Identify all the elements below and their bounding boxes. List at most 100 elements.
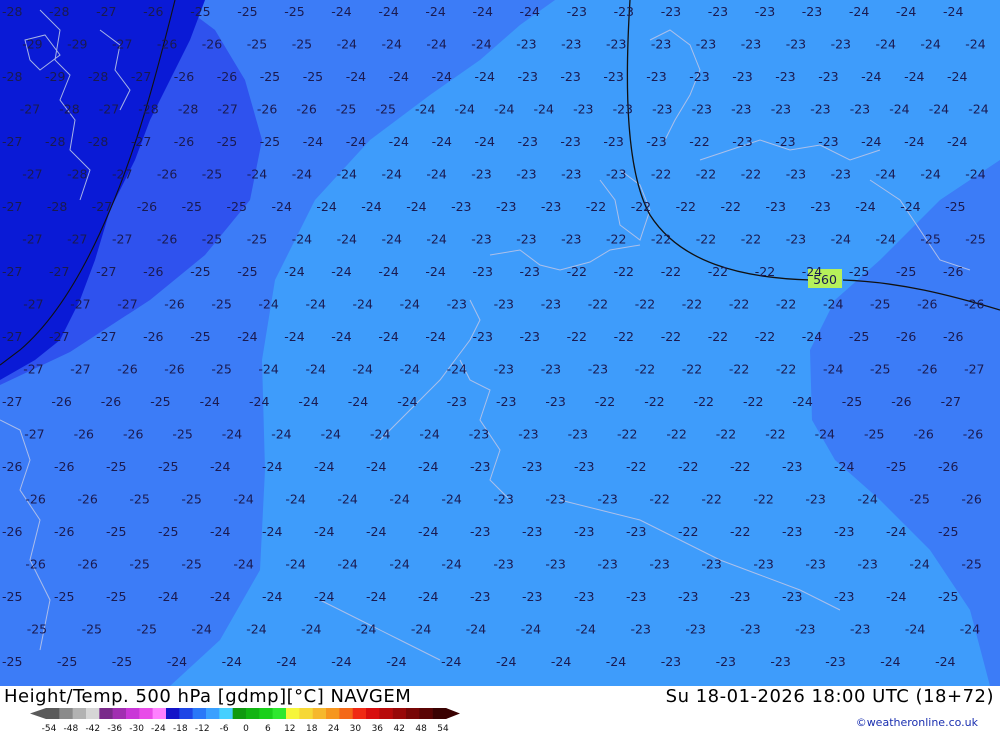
temperature-label: -24 [306,362,326,377]
temperature-label: -22 [682,297,702,312]
temperature-label: -23 [701,557,721,572]
legend-swatch [166,708,180,719]
temperature-label: -24 [432,134,452,149]
legend-swatch [352,708,367,719]
temperature-label: -22 [678,524,698,539]
temperature-label: -24 [834,459,854,474]
temperature-label: -24 [418,589,438,604]
temperature-label: -23 [716,654,736,669]
temperature-label: -26 [217,69,237,84]
temperature-label: -23 [469,427,489,442]
temperature-label: -24 [432,69,452,84]
temperature-label: -25 [842,394,862,409]
temperature-label: -24 [473,4,493,19]
temperature-label: -26 [143,329,163,344]
temperature-label: -26 [54,459,74,474]
temperature-label: -25 [237,264,257,279]
temperature-label: -24 [337,557,357,572]
temperature-label: -27 [117,297,137,312]
temperature-label: -25 [945,199,965,214]
temperature-label: -25 [909,492,929,507]
temperature-label: -24 [576,622,596,637]
temperature-label: -23 [470,589,490,604]
temperature-label: -24 [496,654,516,669]
temperature-label: -24 [904,69,924,84]
temperature-label: -27 [112,232,132,247]
temperature-label: -23 [685,622,705,637]
temperature-label: -23 [545,557,565,572]
temperature-label: -23 [520,329,540,344]
temperature-label: -25 [54,589,74,604]
legend-ticks: -54 -48 -42 -36 -30 -24 -18 -12 -6 0 6 12 18 24 30 36 42… [42,724,449,733]
temperature-label: -25 [217,134,237,149]
temperature-label: -22 [755,264,775,279]
temperature-label: -24 [378,329,398,344]
temperature-label: -23 [518,427,538,442]
temperature-label: -23 [741,37,761,52]
temperature-label: -27 [20,102,40,117]
temperature-label: -24 [247,167,267,182]
temperature-label: -24 [861,69,881,84]
temperature-label: -24 [929,102,949,117]
temperature-label: -26 [257,102,277,117]
temperature-label: -24 [298,394,318,409]
temperature-label: -24 [904,134,924,149]
temperature-label: -22 [661,329,681,344]
temperature-label: -27 [2,264,22,279]
temperature-label: -24 [831,232,851,247]
temperature-label: -25 [886,459,906,474]
temperature-label: -25 [158,524,178,539]
temperature-label: -23 [494,297,514,312]
legend-swatch [432,708,447,719]
temperature-label: -23 [731,102,751,117]
temperature-label: -23 [574,589,594,604]
temperature-label: -25 [938,589,958,604]
temperature-label: -26 [25,492,45,507]
temperature-label: -22 [567,264,587,279]
temperature-label: -23 [834,589,854,604]
temperature-label: -25 [106,589,126,604]
temperature-label: -23 [545,394,565,409]
temperature-label: -24 [947,134,967,149]
temperature-label: -25 [896,264,916,279]
temperature-label: -25 [190,264,210,279]
temperature-label: -26 [296,102,316,117]
temperature-label: -25 [870,297,890,312]
temperature-label: -22 [595,394,615,409]
credit-link[interactable]: ©weatheronline.co.uk [856,716,978,729]
temperature-label: -27 [2,394,22,409]
temperature-label: -24 [378,264,398,279]
temperature-label: -27 [2,199,22,214]
temperature-label: -23 [795,622,815,637]
temperature-label: -27 [96,329,116,344]
temperature-label: -24 [475,69,495,84]
temperature-label: -24 [823,362,843,377]
temperature-label: -24 [314,589,334,604]
temperature-label: -23 [850,102,870,117]
temperature-label: -23 [631,622,651,637]
temperature-label: -22 [696,232,716,247]
temperature-label: -27 [22,232,42,247]
temperature-label: -28 [178,102,198,117]
temperature-label: -24 [284,329,304,344]
temperature-label: -26 [137,199,157,214]
temperature-label: -27 [24,427,44,442]
temperature-label: -27 [67,232,87,247]
temperature-label: -26 [917,297,937,312]
temperature-label: -27 [112,167,132,182]
temperature-label: -24 [337,37,357,52]
temperature-label: -24 [301,622,321,637]
legend-swatch [206,708,220,719]
weather-map[interactable]: 560 -28 -28 -27 -26 -25 -25 -25 -24 -24 -24 -24 -24… [0,0,1000,686]
temperature-label: -25 [303,69,323,84]
temperature-label: -24 [382,37,402,52]
legend-swatch [179,708,193,719]
temperature-label: -22 [776,362,796,377]
temperature-label: -24 [426,232,446,247]
temperature-label: -23 [831,37,851,52]
temperature-label: -23 [516,37,536,52]
temperature-label: -28 [138,102,158,117]
temperature-label: -26 [963,427,983,442]
temperature-label: -23 [802,4,822,19]
legend-tick-label: 54 [437,724,449,733]
